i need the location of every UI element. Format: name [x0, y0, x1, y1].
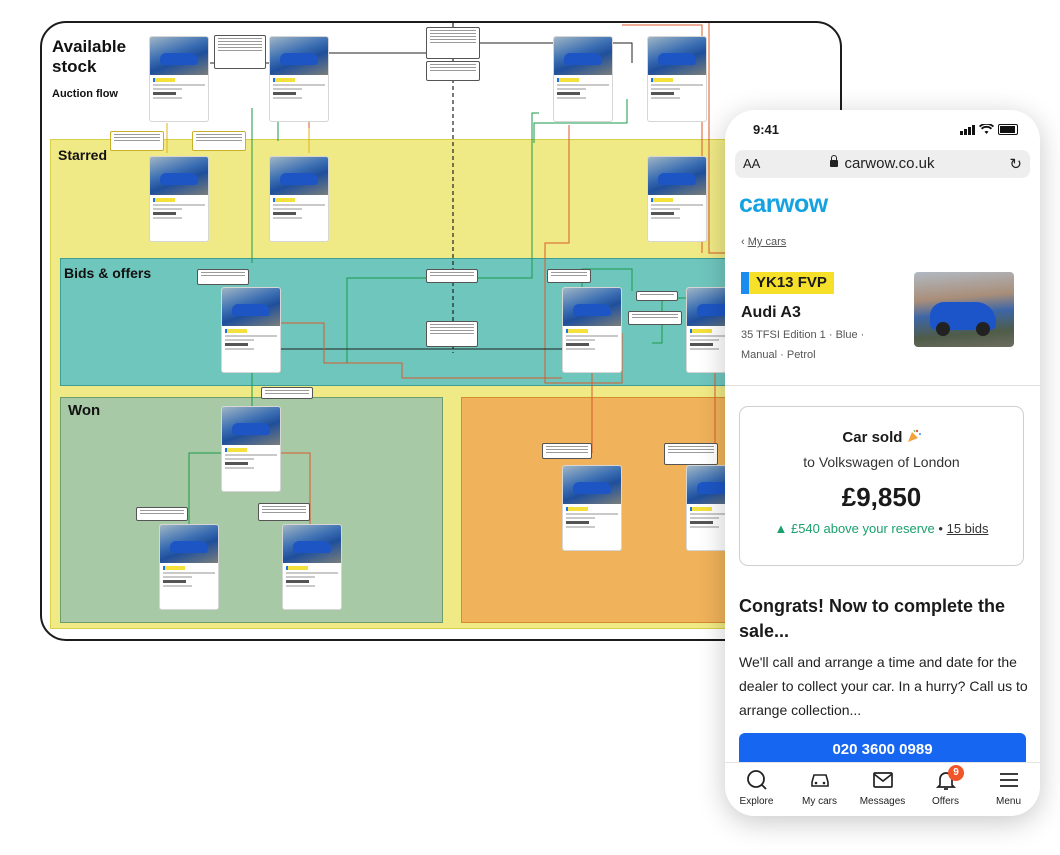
chevron-left-icon: ‹ — [741, 236, 748, 248]
flow-note — [136, 507, 188, 521]
carwow-logo[interactable]: carwow — [739, 190, 828, 219]
breadcrumb[interactable]: ‹ My cars — [741, 236, 786, 248]
car-card[interactable] — [283, 525, 341, 609]
browser-address-bar[interactable]: AA carwow.co.uk ↻ — [735, 150, 1030, 178]
auction-flow-board: Available stock Auction flow Starred Bid… — [40, 21, 842, 641]
flow-note — [636, 291, 678, 301]
number-plate: YK13 FVP — [741, 272, 834, 294]
tab-menu[interactable]: Menu — [977, 763, 1040, 816]
status-bar: 9:41 — [725, 110, 1040, 150]
flow-note — [258, 503, 310, 521]
offers-badge: 9 — [948, 765, 964, 781]
flow-note — [426, 27, 480, 59]
flow-note — [426, 321, 478, 347]
signal-icon — [960, 125, 975, 135]
car-card[interactable] — [150, 37, 208, 121]
separator-dot: • — [938, 521, 943, 536]
flow-note — [192, 131, 246, 151]
flow-note — [426, 61, 480, 81]
tab-offers[interactable]: 9 Offers — [914, 763, 977, 816]
tab-my-cars-label: My cars — [802, 796, 837, 807]
flow-note — [426, 269, 478, 283]
status-icons — [960, 124, 1018, 135]
flow-note — [547, 269, 591, 283]
plate-text: YK13 FVP — [749, 272, 834, 294]
car-photo — [914, 272, 1014, 347]
collection-info: We'll call and arrange a time and date f… — [739, 654, 1028, 718]
breadcrumb-my-cars[interactable]: My cars — [748, 236, 787, 248]
plate-flag-strip — [741, 272, 749, 294]
mobile-phone: 9:41 AA carwow.co.uk ↻ carwow ‹ My cars … — [725, 110, 1040, 816]
car-icon — [810, 774, 829, 787]
car-model: Audi A3 — [741, 304, 801, 321]
url-text: carwow.co.uk — [735, 155, 1030, 172]
car-card[interactable] — [648, 37, 706, 121]
car-card[interactable] — [648, 157, 706, 241]
reload-icon[interactable]: ↻ — [1009, 155, 1022, 173]
car-card[interactable] — [563, 288, 621, 372]
car-card[interactable] — [222, 407, 280, 491]
bottom-tab-bar: Explore My cars Messages 9 Offers Menu — [725, 762, 1040, 816]
status-time: 9:41 — [753, 122, 780, 137]
tab-messages-label: Messages — [859, 796, 906, 807]
car-card[interactable] — [270, 37, 328, 121]
lock-icon — [830, 155, 839, 167]
tab-explore[interactable]: Explore — [725, 763, 788, 816]
battery-icon — [998, 124, 1018, 135]
car-card[interactable] — [554, 37, 612, 121]
wifi-icon — [979, 124, 994, 134]
flow-note — [542, 443, 592, 459]
car-card[interactable] — [150, 157, 208, 241]
party-popper-icon — [907, 429, 921, 442]
flow-note — [664, 443, 718, 465]
tab-messages[interactable]: Messages — [851, 763, 914, 816]
compass-icon — [746, 770, 767, 790]
tab-menu-label: Menu — [995, 796, 1021, 807]
flow-note — [197, 269, 249, 285]
car-card[interactable] — [222, 288, 280, 372]
car-spec: 35 TFSI Edition 1 · Blue · Manual · Petr… — [741, 329, 865, 361]
car-card[interactable] — [270, 157, 328, 241]
bids-link[interactable]: 15 bids — [947, 521, 989, 536]
sold-buyer: to Volkswagen of London — [803, 454, 960, 470]
flow-note — [628, 311, 682, 325]
tab-explore-label: Explore — [739, 796, 774, 807]
sold-summary: ▲ £540 above your reserve • 15 bids — [740, 521, 1023, 536]
tab-offers-label: Offers — [931, 796, 960, 807]
flow-note — [214, 35, 266, 69]
sold-title-row: Car sold — [740, 428, 1023, 446]
above-reserve: ▲ £540 above your reserve — [774, 521, 935, 536]
flow-note — [110, 131, 164, 151]
hamburger-menu-icon — [999, 773, 1018, 787]
sold-price: £9,850 — [841, 482, 922, 512]
car-sold-card: Car sold to Volkswagen of London £9,850 … — [739, 406, 1024, 566]
car-card[interactable] — [563, 466, 621, 550]
envelope-icon — [872, 772, 893, 788]
sold-title: Car sold — [842, 429, 903, 446]
tab-my-cars[interactable]: My cars — [788, 763, 851, 816]
divider — [725, 385, 1040, 386]
congrats-heading: Congrats! Now to complete the sale... — [739, 596, 1006, 641]
url-domain: carwow.co.uk — [844, 155, 935, 172]
flow-note — [261, 387, 313, 399]
car-card[interactable] — [160, 525, 218, 609]
